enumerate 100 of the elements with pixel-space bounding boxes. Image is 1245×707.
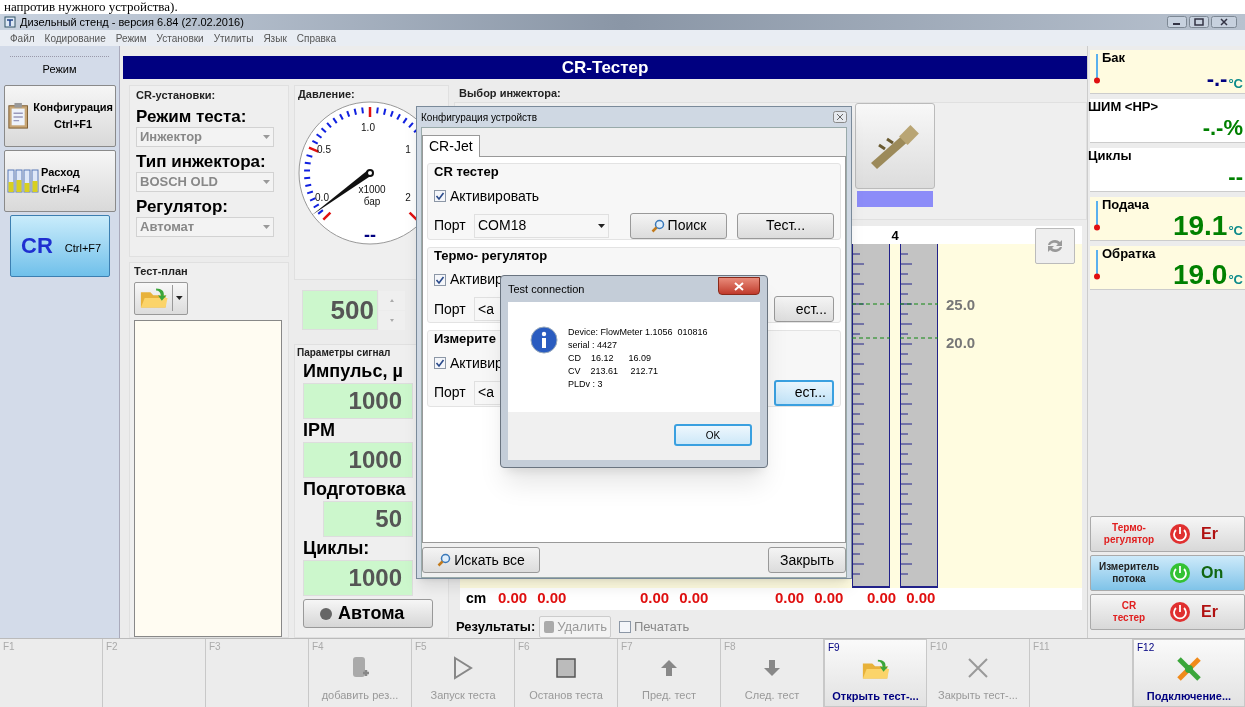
caret-icon [263, 179, 270, 184]
port-dropdown[interactable]: COM18 [474, 213, 609, 238]
reading-label: Подача [1102, 197, 1150, 212]
mode-button[interactable]: Расход Ctrl+F4 [4, 149, 116, 212]
gauge-label: 2 [405, 191, 411, 203]
close-icon[interactable] [833, 111, 847, 123]
checkbox[interactable] [434, 190, 446, 202]
function-key-button[interactable]: F12 Подключение... [1133, 639, 1245, 707]
gauge-unit: x1000 [358, 183, 386, 195]
menu-item[interactable]: Установки [156, 30, 204, 46]
ok-button[interactable]: OK [674, 424, 752, 446]
message-line: CV 213.61 212.71 [568, 365, 660, 378]
thermometer-icon [1094, 250, 1100, 280]
test-button[interactable]: ест... [774, 296, 834, 322]
number-field[interactable]: 1000 [303, 383, 413, 419]
field-label: Импульс, µ [303, 361, 403, 381]
checkbox-label: Активировать [450, 186, 540, 206]
field-label: Порт [434, 383, 467, 402]
status-label: CR [1121, 600, 1137, 612]
key-label: F10 [930, 641, 948, 653]
shortcut-label: Ctrl+F7 [64, 241, 102, 257]
device-status-button[interactable]: Термо- регулятор Er [1090, 516, 1245, 552]
number-field[interactable]: 1000 [303, 442, 413, 478]
test-button[interactable]: ест... [774, 379, 834, 406]
gauge-reading: -- [364, 224, 376, 245]
checkbox[interactable] [618, 620, 631, 633]
unit-label: °C [1228, 221, 1243, 240]
gauge-label: 0.5 [317, 143, 331, 155]
mode-label: Конфигурация [33, 100, 113, 115]
value-label: 0.00 [640, 588, 670, 609]
menu-item[interactable]: Кодирование [44, 30, 106, 46]
folder-icon [139, 286, 170, 310]
group-title: CR тестер [434, 163, 499, 181]
power-icon [1169, 523, 1191, 545]
unit-label: cm [466, 589, 488, 608]
minimize-icon[interactable] [1167, 16, 1187, 28]
menu-item[interactable]: Справка [296, 30, 336, 46]
number-field[interactable]: 50 [323, 501, 413, 537]
group-title: Измерите [434, 330, 496, 348]
play-icon [452, 656, 474, 680]
dialog-title: Test connection [508, 281, 585, 297]
close-icon [967, 657, 989, 679]
database-icon [351, 656, 369, 680]
group-title: Давление: [298, 87, 356, 102]
auto-button[interactable]: Автома [303, 599, 433, 628]
search-icon [650, 218, 665, 233]
key-label: F4 [312, 641, 324, 653]
scale-label: 25.0 [946, 294, 976, 315]
reading-label: Циклы [1088, 148, 1132, 163]
key-label: F12 [1137, 642, 1155, 654]
key-caption: Закрыть тест-... [938, 688, 1018, 703]
key-label: F5 [415, 641, 427, 653]
message-line: Device: FlowMeter 1.1056 010816 [568, 326, 708, 339]
close-icon[interactable] [1211, 16, 1237, 28]
document-text: напротив нужного устройства). [4, 0, 178, 14]
search-button[interactable]: Поиск [630, 212, 727, 239]
column-label: 4 [891, 226, 899, 245]
maximize-icon[interactable] [1189, 16, 1209, 28]
message-line: CD 16.12 16.09 [568, 352, 653, 365]
device-status-button[interactable]: Измеритель потока On [1090, 555, 1245, 591]
mode-label: CR [21, 232, 53, 260]
arrow-up-icon [660, 658, 678, 678]
close-button[interactable] [718, 277, 760, 295]
search-all-button[interactable]: Искать все [422, 547, 540, 573]
test-button[interactable]: Тест... [737, 212, 834, 239]
number-field[interactable]: 1000 [303, 560, 413, 596]
open-plan-button[interactable] [134, 281, 188, 315]
refresh-button[interactable] [1035, 227, 1075, 264]
key-caption: Запуск теста [430, 688, 496, 703]
checkbox[interactable] [434, 357, 446, 369]
menu-item[interactable]: Утилиты [213, 30, 254, 46]
key-label: F2 [106, 641, 118, 653]
reading-value: -.-% [1202, 114, 1243, 142]
reading-label: Бак [1102, 50, 1126, 65]
reading-value: 19.0 [1172, 261, 1228, 289]
caret-icon [598, 223, 605, 228]
caret-icon [263, 224, 270, 229]
close-icon [734, 281, 744, 291]
injector-button[interactable] [855, 102, 935, 189]
mode-button[interactable]: CR Ctrl+F7 [10, 214, 110, 277]
pressure-field[interactable]: 500 [302, 290, 378, 330]
checkbox-label: Печатать [633, 617, 690, 636]
menu-item[interactable]: Режим [115, 30, 147, 46]
tab[interactable]: CR-Jet [422, 135, 480, 157]
key-label: F7 [621, 641, 633, 653]
menu-item[interactable]: Файл [10, 30, 35, 46]
close-button[interactable]: Закрыть [768, 547, 846, 573]
function-key-button[interactable]: F9 Открыть тест-... [824, 639, 927, 707]
checkbox[interactable] [434, 273, 446, 286]
device-status-button[interactable]: CR тестер Er [1090, 594, 1245, 630]
mode-button[interactable]: Конфигурация Ctrl+F1 [4, 84, 116, 147]
key-label: F9 [828, 642, 840, 654]
status-label: регулятор [1103, 534, 1155, 546]
dialog-title: Конфигурация устройств [421, 110, 537, 125]
gauge-label: 1 [405, 143, 411, 155]
menu-item[interactable]: Язык [263, 30, 287, 46]
bar-chart-icon [7, 167, 39, 194]
status-label: Измеритель [1098, 561, 1160, 573]
shortcut-label: Ctrl+F4 [41, 181, 80, 197]
group-title: Параметры сигнал [297, 346, 391, 360]
